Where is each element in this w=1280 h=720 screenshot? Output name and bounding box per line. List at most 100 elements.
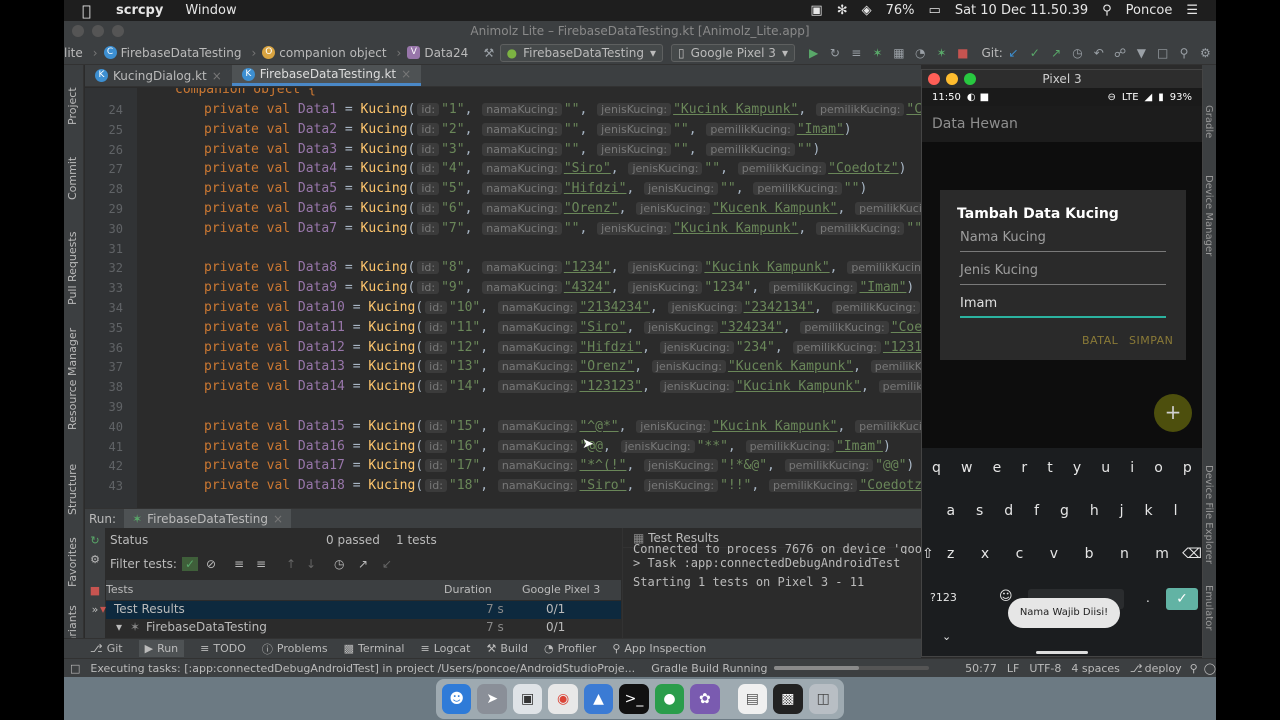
- key-t[interactable]: t: [1047, 460, 1053, 476]
- breadcrumb-root[interactable]: lite: [64, 46, 83, 60]
- jenis-kucing-field[interactable]: Jenis Kucing: [960, 263, 1166, 285]
- breadcrumb-variable[interactable]: V Data24: [407, 46, 468, 60]
- gesture-nav-pill[interactable]: [1036, 651, 1088, 654]
- close-tab-icon[interactable]: ×: [212, 65, 222, 87]
- launchpad-icon[interactable]: ➤: [477, 684, 507, 714]
- cancel-button[interactable]: BATAL: [1082, 334, 1118, 347]
- close-tab-icon[interactable]: ×: [401, 63, 411, 85]
- battery-percent[interactable]: 76%: [886, 3, 915, 18]
- tool-favorites[interactable]: Favorites: [66, 537, 79, 587]
- android-icon[interactable]: ●: [654, 684, 685, 714]
- bottom-tab-terminal[interactable]: ▩ Terminal: [344, 642, 405, 655]
- stop-icon[interactable]: ■: [952, 46, 973, 60]
- import-icon[interactable]: ↙: [382, 557, 392, 571]
- git-update-icon[interactable]: ↙: [1003, 46, 1024, 60]
- symbols-key[interactable]: ?123: [930, 591, 957, 604]
- notifications-icon[interactable]: ◯: [1204, 662, 1216, 675]
- key-n[interactable]: n: [1120, 546, 1129, 562]
- minimize-window-button[interactable]: [92, 25, 104, 37]
- bottom-tab-problems[interactable]: ⓘ Problems: [262, 641, 328, 657]
- chevron-down-icon[interactable]: ▾: [100, 602, 106, 616]
- key-d[interactable]: d: [1004, 503, 1013, 519]
- search-icon[interactable]: ⚲: [1173, 46, 1194, 60]
- device-dropdown[interactable]: ▯ Google Pixel 3 ▾: [670, 43, 795, 62]
- minimize-window-button[interactable]: [946, 73, 958, 85]
- attach-debugger-icon[interactable]: ✶: [931, 46, 952, 60]
- status-message[interactable]: Executing tasks: [:app:connectedDebugAnd…: [90, 662, 635, 675]
- grapher-icon[interactable]: ✿: [690, 684, 720, 714]
- period-key[interactable]: .: [1146, 591, 1150, 605]
- spotlight-search-icon[interactable]: ⚲: [1102, 3, 1112, 18]
- caret-position[interactable]: 50:77: [965, 662, 997, 675]
- export-icon[interactable]: ↗: [358, 557, 368, 571]
- key-y[interactable]: y: [1073, 460, 1081, 476]
- run-tab[interactable]: ✶ FirebaseDataTesting ×: [124, 508, 292, 529]
- debug-icon[interactable]: ✶: [867, 46, 888, 60]
- avd-manager-icon[interactable]: □: [1152, 46, 1173, 60]
- key-s[interactable]: s: [976, 503, 983, 519]
- key-m[interactable]: m: [1155, 546, 1169, 562]
- key-j[interactable]: j: [1120, 503, 1124, 519]
- key-b[interactable]: b: [1085, 546, 1094, 562]
- key-v[interactable]: v: [1050, 546, 1058, 562]
- key-r[interactable]: r: [1021, 460, 1027, 476]
- pemilik-kucing-field[interactable]: Imam: [960, 296, 1166, 318]
- chrome-icon[interactable]: ◉: [548, 684, 578, 714]
- tool-device-file-explorer[interactable]: Device File Explorer: [1203, 465, 1214, 564]
- key-c[interactable]: c: [1016, 546, 1024, 562]
- backspace-key-icon[interactable]: ⌫: [1182, 546, 1202, 562]
- key-w[interactable]: w: [961, 460, 972, 476]
- key-h[interactable]: h: [1090, 503, 1099, 519]
- col-device[interactable]: Google Pixel 3: [522, 583, 600, 596]
- tool-device-manager[interactable]: Device Manager: [1203, 175, 1214, 256]
- apply-changes-icon[interactable]: ≡: [846, 46, 867, 60]
- finder-icon[interactable]: ☻: [442, 684, 472, 714]
- previous-failed-icon[interactable]: ↑: [286, 557, 296, 571]
- rerun-icon[interactable]: ↻: [824, 46, 845, 60]
- coverage-icon[interactable]: ▦: [888, 46, 909, 60]
- document-icon[interactable]: ▤: [737, 684, 768, 714]
- android-studio-icon[interactable]: ▲: [583, 684, 614, 714]
- tab-kucingdialog[interactable]: K KucingDialog.kt ×: [85, 65, 232, 86]
- breadcrumb-companion[interactable]: Ocompanion object: [262, 46, 387, 60]
- enter-key[interactable]: ✓: [1166, 588, 1198, 610]
- col-tests[interactable]: Tests: [106, 583, 133, 596]
- zoom-window-button[interactable]: [964, 73, 976, 85]
- run-icon[interactable]: ▶: [803, 46, 824, 60]
- control-center-icon[interactable]: ☰: [1186, 3, 1198, 18]
- bottom-tab-app-inspection[interactable]: ⚲ App Inspection: [612, 642, 706, 655]
- code-editor[interactable]: companion object { 24 private val Data1 =…: [85, 88, 921, 508]
- tool-structure[interactable]: Structure: [66, 464, 79, 515]
- battery-icon[interactable]: ▭: [929, 3, 941, 18]
- close-window-button[interactable]: [928, 73, 940, 85]
- screen-record-icon[interactable]: ▣: [810, 3, 822, 18]
- bottom-tab-profiler[interactable]: ◔ Profiler: [544, 642, 596, 655]
- menubar-window[interactable]: Window: [185, 3, 236, 18]
- apple-menu-icon[interactable]: : [82, 2, 98, 20]
- tool-commit[interactable]: Commit: [66, 157, 79, 200]
- indent-setting[interactable]: 4 spaces: [1071, 662, 1120, 675]
- chevron-down-icon[interactable]: ▾: [116, 620, 122, 634]
- save-button[interactable]: SIMPAN: [1129, 334, 1173, 347]
- filter-passed-toggle[interactable]: ✓: [182, 557, 199, 571]
- tool-resource-manager[interactable]: Resource Manager: [66, 328, 79, 430]
- key-p[interactable]: p: [1183, 460, 1192, 476]
- git-rollback-icon[interactable]: ↶: [1088, 46, 1109, 60]
- sdk-manager-icon[interactable]: ▼: [1131, 46, 1152, 60]
- menubar-app-name[interactable]: scrcpy: [116, 3, 163, 18]
- key-u[interactable]: u: [1101, 460, 1110, 476]
- tool-gradle[interactable]: Gradle: [1203, 105, 1214, 138]
- collapse-all-icon[interactable]: ≡: [256, 557, 266, 571]
- hammer-icon[interactable]: ⚒: [478, 46, 499, 60]
- git-push-icon[interactable]: ↗: [1045, 46, 1066, 60]
- tool-emulator[interactable]: Emulator: [1203, 585, 1214, 630]
- git-commit-icon[interactable]: ✓: [1024, 46, 1045, 60]
- key-q[interactable]: q: [932, 460, 941, 476]
- hide-keyboard-icon[interactable]: ⌄: [942, 630, 951, 643]
- tool-pull-requests[interactable]: Pull Requests: [66, 232, 79, 305]
- breadcrumb-class[interactable]: C FirebaseDataTesting: [103, 46, 241, 60]
- bottom-tab-todo[interactable]: ≡ TODO: [200, 642, 246, 655]
- menubar-clock[interactable]: Sat 10 Dec 11.50.39: [955, 3, 1088, 18]
- key-k[interactable]: k: [1145, 503, 1153, 519]
- rerun-tests-icon[interactable]: ↻: [85, 534, 105, 547]
